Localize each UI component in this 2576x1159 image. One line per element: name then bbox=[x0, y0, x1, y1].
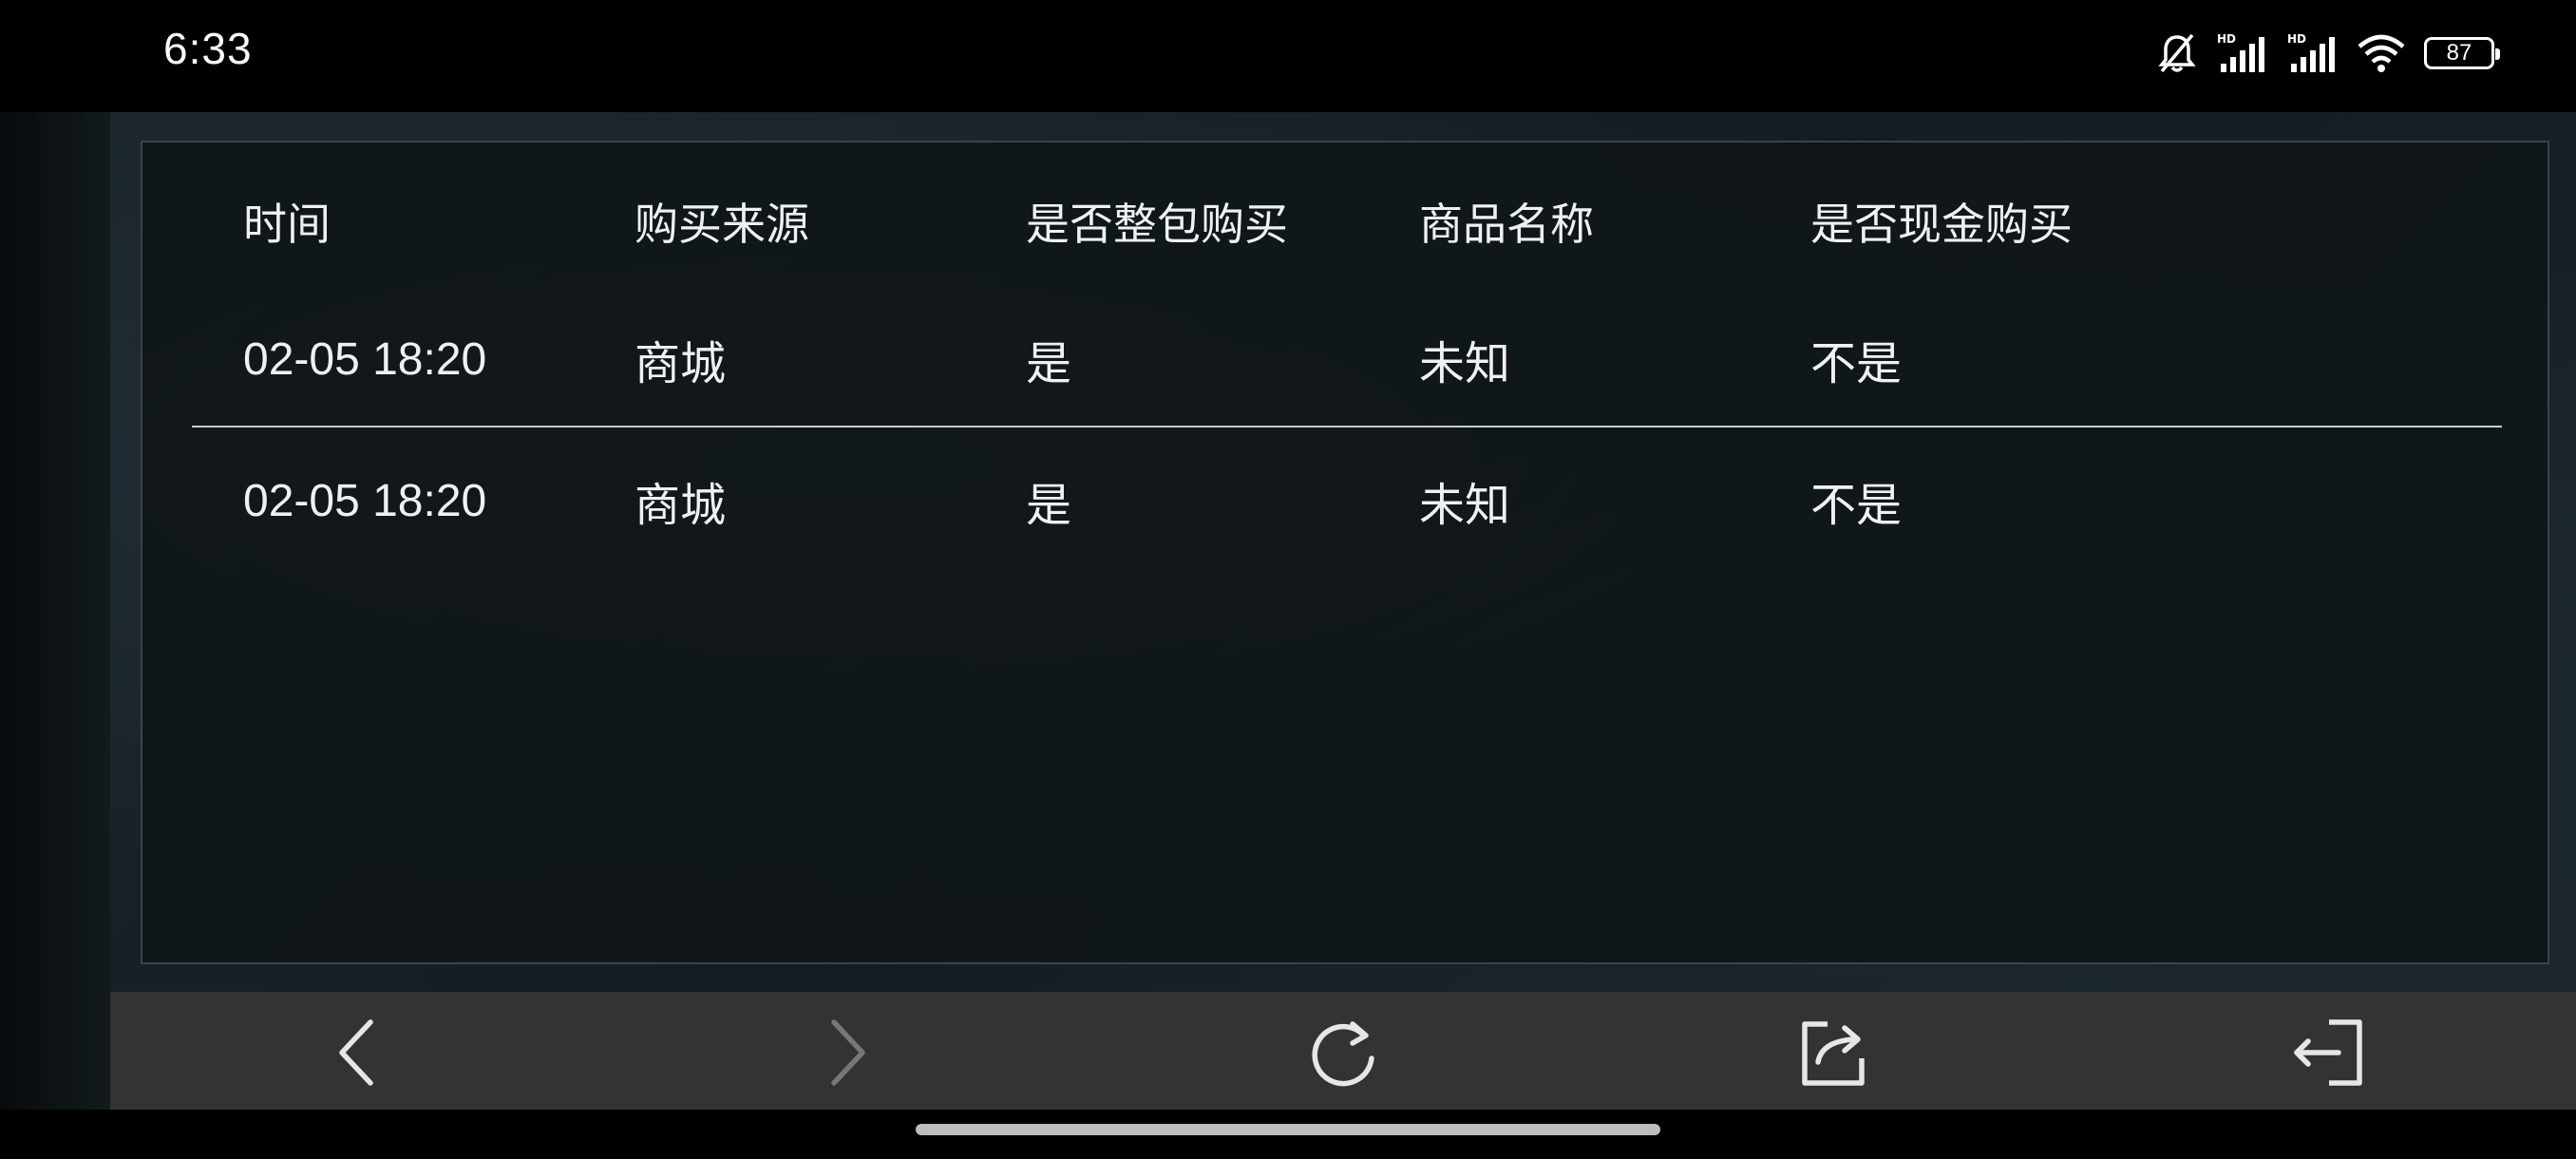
purchase-table: 时间 购买来源 是否整包购买 商品名称 是否现金购买 02-05 18:20 商… bbox=[192, 142, 2502, 574]
cell-cash-purchase: 不是 bbox=[1810, 481, 1903, 531]
header-bundle-purchase: 是否整包购买 bbox=[1026, 199, 1288, 250]
cell-purchase-source: 商城 bbox=[635, 481, 727, 531]
status-time: 6:33 bbox=[163, 24, 253, 73]
forward-button[interactable] bbox=[807, 1013, 887, 1092]
signal-hd-icon: HD bbox=[2285, 31, 2339, 75]
refresh-icon bbox=[1305, 1015, 1381, 1091]
refresh-button[interactable] bbox=[1303, 1013, 1383, 1092]
header-purchase-source: 购买来源 bbox=[635, 199, 809, 250]
svg-text:HD: HD bbox=[2287, 32, 2306, 46]
cell-time: 02-05 18:20 bbox=[243, 333, 487, 385]
table-header-row: 时间 购买来源 是否整包购买 商品名称 是否现金购买 bbox=[192, 142, 2502, 300]
share-icon bbox=[1799, 1016, 1871, 1089]
svg-text:HD: HD bbox=[2217, 32, 2236, 46]
exit-icon bbox=[2291, 1016, 2367, 1089]
table-row: 02-05 18:20 商城 是 未知 不是 bbox=[192, 428, 2502, 574]
cell-time: 02-05 18:20 bbox=[243, 475, 487, 526]
back-arrow-icon bbox=[329, 1016, 386, 1089]
left-edge-strip bbox=[0, 112, 110, 1110]
wifi-icon bbox=[2356, 31, 2407, 75]
purchase-record-panel: 时间 购买来源 是否整包购买 商品名称 是否现金购买 02-05 18:20 商… bbox=[141, 141, 2549, 964]
header-cash-purchase: 是否现金购买 bbox=[1810, 199, 2073, 250]
status-bar: 6:33 HD HD 87 bbox=[0, 0, 2576, 112]
cell-bundle-purchase: 是 bbox=[1026, 481, 1072, 531]
screen: 6:33 HD HD 87 时间 购买来源 是否整包购买 商品名称 是否现金购买… bbox=[0, 0, 2576, 1159]
battery-level: 87 bbox=[2446, 40, 2472, 66]
back-button[interactable] bbox=[317, 1013, 397, 1092]
header-time: 时间 bbox=[243, 199, 331, 250]
exit-button[interactable] bbox=[2289, 1013, 2369, 1092]
gesture-area bbox=[0, 1110, 2576, 1159]
cell-product-name: 未知 bbox=[1419, 481, 1511, 531]
battery-icon: 87 bbox=[2424, 37, 2500, 69]
home-indicator[interactable] bbox=[916, 1124, 1660, 1135]
browser-nav-bar bbox=[110, 992, 2576, 1110]
forward-arrow-icon bbox=[819, 1016, 876, 1089]
cell-bundle-purchase: 是 bbox=[1026, 339, 1072, 390]
table-row: 02-05 18:20 商城 是 未知 不是 bbox=[192, 293, 2502, 426]
cell-product-name: 未知 bbox=[1419, 339, 1511, 390]
status-icons: HD HD 87 bbox=[2156, 28, 2500, 78]
share-button[interactable] bbox=[1795, 1013, 1875, 1092]
signal-hd-icon: HD bbox=[2215, 31, 2268, 75]
mute-bell-icon bbox=[2156, 31, 2198, 75]
header-product-name: 商品名称 bbox=[1419, 199, 1594, 250]
cell-cash-purchase: 不是 bbox=[1810, 339, 1903, 390]
cell-purchase-source: 商城 bbox=[635, 339, 727, 390]
